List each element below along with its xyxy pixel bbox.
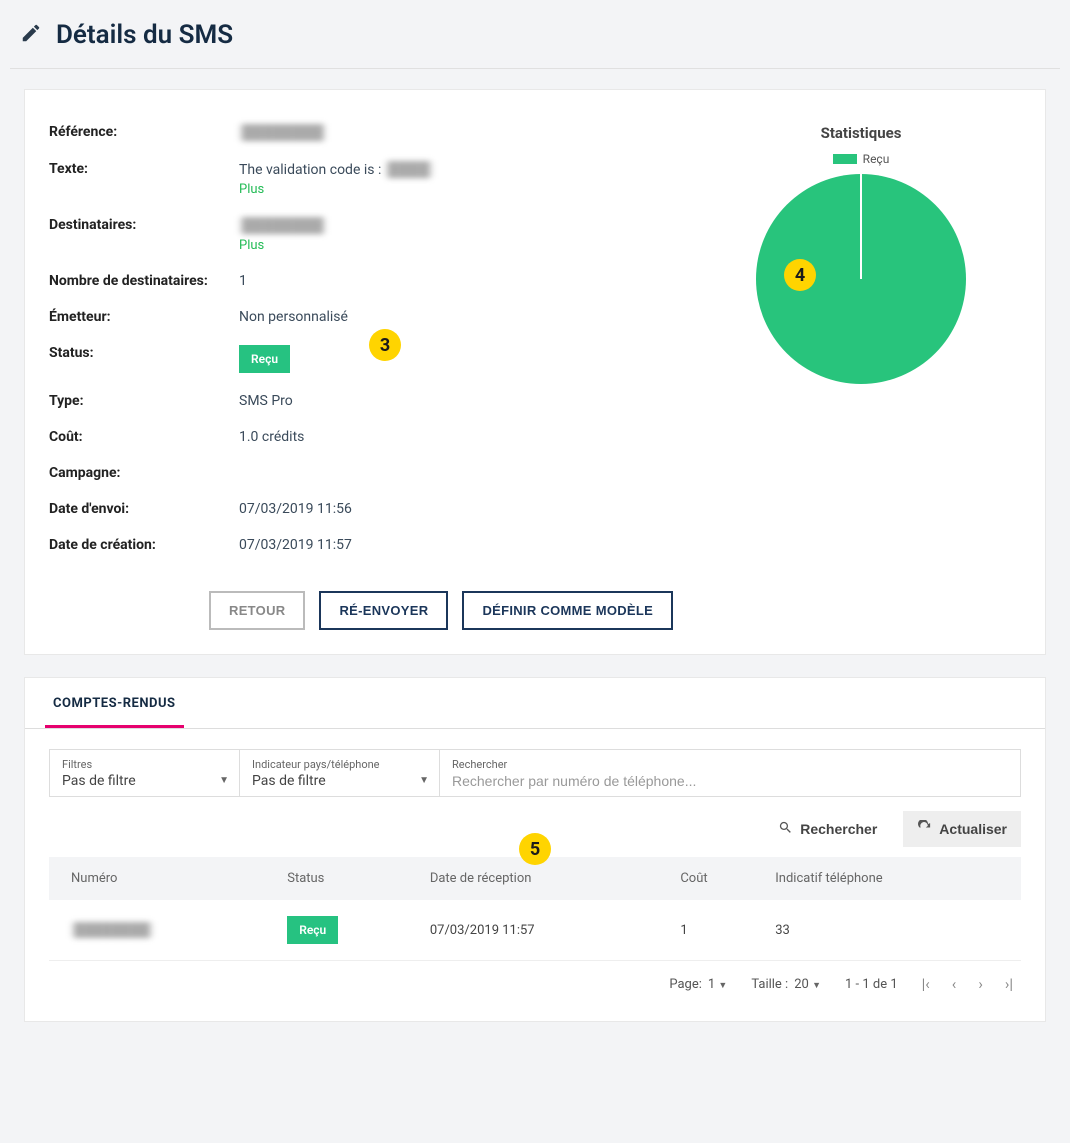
text-more-link[interactable]: Plus [239,182,264,197]
col-cost: Coût [670,857,765,900]
stats-legend: Reçu [701,152,1021,166]
reference-value: ████████ [239,124,326,141]
text-value: The validation code is : [239,162,385,178]
page-title: Détails du SMS [56,20,233,50]
pager-size-label: Taille : [751,977,788,992]
filter-dropdown[interactable]: Filtres Pas de filtre ▼ [50,750,240,796]
pager-first-icon[interactable]: |‹ [922,975,930,993]
pager-last-icon[interactable]: ›| [1005,975,1013,993]
pager-page-select[interactable]: 1 ▼ [708,977,727,992]
row-received: 07/03/2019 11:57 [420,900,670,961]
sender-label: Émetteur: [49,309,239,325]
table-row[interactable]: ████████ Reçu 07/03/2019 11:57 1 33 [49,900,1021,961]
recipients-label: Destinataires: [49,217,239,233]
type-label: Type: [49,393,239,409]
search-button[interactable]: Rechercher [764,811,891,847]
text-label: Texte: [49,161,239,177]
reference-label: Référence: [49,124,239,140]
stats-title: Statistiques [701,124,1021,142]
chevron-down-icon: ▼ [219,775,229,786]
annotation-marker-4: 4 [784,259,816,291]
count-label: Nombre de destinataires: [49,273,239,289]
sender-value: Non personnalisé [239,309,348,325]
filter-row: Filtres Pas de filtre ▼ Indicateur pays/… [49,749,1021,797]
count-value: 1 [239,273,247,289]
pager-next-icon[interactable]: › [978,975,983,993]
chevron-down-icon: ▼ [419,775,429,786]
pager-prev-icon[interactable]: ‹ [952,975,957,993]
cost-value: 1.0 crédits [239,429,304,445]
type-value: SMS Pro [239,393,293,409]
chevron-down-icon: ▼ [812,981,821,991]
tab-comptes-rendus[interactable]: COMPTES-RENDUS [45,678,184,728]
indicator-dropdown[interactable]: Indicateur pays/téléphone Pas de filtre … [240,750,440,796]
search-input[interactable] [452,773,1008,789]
recipients-value: ████████ [239,217,326,234]
stats-panel: Statistiques Reçu 4 [701,114,1021,563]
chevron-down-icon: ▼ [718,981,727,991]
col-status: Status [277,857,420,900]
campaign-label: Campagne: [49,465,239,481]
created-value: 07/03/2019 11:57 [239,537,352,553]
text-hidden: ████ [385,161,433,178]
cost-label: Coût: [49,429,239,445]
pager-size-select[interactable]: 20 ▼ [794,977,821,992]
page-header: Détails du SMS [10,10,1060,69]
created-label: Date de création: [49,537,239,553]
sent-value: 07/03/2019 11:56 [239,501,352,517]
edit-icon [20,22,42,48]
legend-label: Reçu [863,152,890,166]
search-icon [778,820,793,838]
recipients-more-link[interactable]: Plus [239,238,264,253]
row-prefix: 33 [765,900,1021,961]
col-prefix: Indicatif téléphone [765,857,1021,900]
pager-page-label: Page: [669,977,702,992]
row-status-badge: Reçu [287,916,338,944]
annotation-marker-3: 3 [369,329,401,361]
pager-range: 1 - 1 de 1 [845,977,898,992]
status-label: Status: [49,345,239,361]
search-cell: Rechercher [440,750,1020,796]
back-button[interactable]: RETOUR [209,591,305,630]
sent-label: Date d'envoi: [49,501,239,517]
col-received: Date de réception [420,857,670,900]
col-number: Numéro [49,857,277,900]
details-card: Référence: ████████ Texte: The validatio… [24,89,1046,655]
save-template-button[interactable]: DÉFINIR COMME MODÈLE [462,591,673,630]
row-cost: 1 [670,900,765,961]
reports-card: COMPTES-RENDUS Filtres Pas de filtre ▼ I… [24,677,1046,1022]
pager: Page: 1 ▼ Taille : 20 ▼ 1 - 1 de 1 |‹ ‹ … [49,961,1021,997]
row-number: ████████ [71,922,153,938]
annotation-marker-5: 5 [519,833,551,865]
status-badge: Reçu [239,345,290,373]
legend-swatch [833,154,857,164]
refresh-button[interactable]: Actualiser [903,811,1021,847]
reports-table: Numéro Status Date de réception Coût Ind… [49,857,1021,961]
refresh-icon [917,820,932,838]
resend-button[interactable]: RÉ-ENVOYER [319,591,448,630]
